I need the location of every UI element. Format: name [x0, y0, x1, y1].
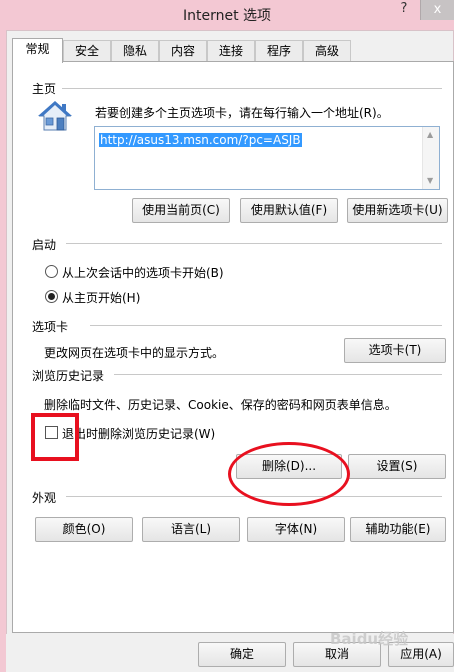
- delete-on-exit-label: 退出时删除浏览历史记录(W): [62, 427, 216, 441]
- startup-section-title: 启动: [32, 238, 57, 252]
- history-divider: [114, 374, 442, 375]
- tab-programs[interactable]: 程序: [255, 40, 303, 62]
- homepage-url-value: http://asus13.msn.com/?pc=ASJB: [99, 133, 302, 147]
- homepage-description: 若要创建多个主页选项卡，请在每行输入一个地址(R)。: [95, 106, 389, 120]
- startup-last-session-label: 从上次会话中的选项卡开始(B): [62, 266, 224, 280]
- use-current-page-button[interactable]: 使用当前页(C): [132, 198, 230, 223]
- history-section-title: 浏览历史记录: [32, 369, 105, 383]
- history-description: 删除临时文件、历史记录、Cookie、保存的密码和网页表单信息。: [44, 398, 397, 412]
- scroll-up-icon[interactable]: ▲: [427, 130, 433, 139]
- homepage-url-textarea[interactable]: http://asus13.msn.com/?pc=ASJB ▲ ▼: [94, 126, 440, 190]
- tab-security[interactable]: 安全: [63, 40, 111, 62]
- accessibility-button[interactable]: 辅助功能(E): [350, 517, 446, 542]
- use-default-button[interactable]: 使用默认值(F): [240, 198, 338, 223]
- checkbox-highlight-annotation: [31, 413, 79, 461]
- tabs-settings-button[interactable]: 选项卡(T): [344, 338, 446, 363]
- homepage-scrollbar[interactable]: ▲ ▼: [422, 127, 439, 189]
- help-button[interactable]: ?: [391, 0, 417, 20]
- baidu-watermark: Baidu经验: [330, 630, 409, 648]
- tabs-section-title: 选项卡: [32, 320, 69, 334]
- house-icon: [38, 101, 72, 131]
- window-title: Internet 选项: [182, 8, 272, 24]
- tab-privacy[interactable]: 隐私: [111, 40, 159, 62]
- startup-last-session-radio[interactable]: [45, 265, 58, 278]
- startup-divider: [66, 243, 442, 244]
- tab-general[interactable]: 常规: [12, 38, 63, 63]
- delete-button-highlight-annotation: [228, 442, 350, 506]
- close-button[interactable]: x: [420, 0, 454, 20]
- fonts-button[interactable]: 字体(N): [247, 517, 345, 542]
- homepage-divider: [62, 88, 442, 89]
- tabs-section-divider: [90, 325, 442, 326]
- tab-content[interactable]: 内容: [159, 40, 207, 62]
- use-new-tab-button[interactable]: 使用新选项卡(U): [347, 198, 448, 223]
- title-bar: Internet 选项 ? x: [0, 0, 454, 30]
- history-settings-button[interactable]: 设置(S): [348, 454, 446, 479]
- startup-homepage-radio[interactable]: [45, 290, 58, 303]
- homepage-section-title: 主页: [32, 82, 57, 96]
- languages-button[interactable]: 语言(L): [142, 517, 240, 542]
- tabs-section-description: 更改网页在选项卡中的显示方式。: [44, 346, 225, 360]
- tab-connections[interactable]: 连接: [207, 40, 255, 62]
- ok-button[interactable]: 确定: [198, 642, 286, 667]
- startup-homepage-label: 从主页开始(H): [62, 291, 141, 305]
- appearance-section-title: 外观: [32, 491, 57, 505]
- scroll-down-icon[interactable]: ▼: [427, 176, 433, 185]
- tab-advanced[interactable]: 高级: [303, 40, 351, 62]
- colors-button[interactable]: 颜色(O): [35, 517, 133, 542]
